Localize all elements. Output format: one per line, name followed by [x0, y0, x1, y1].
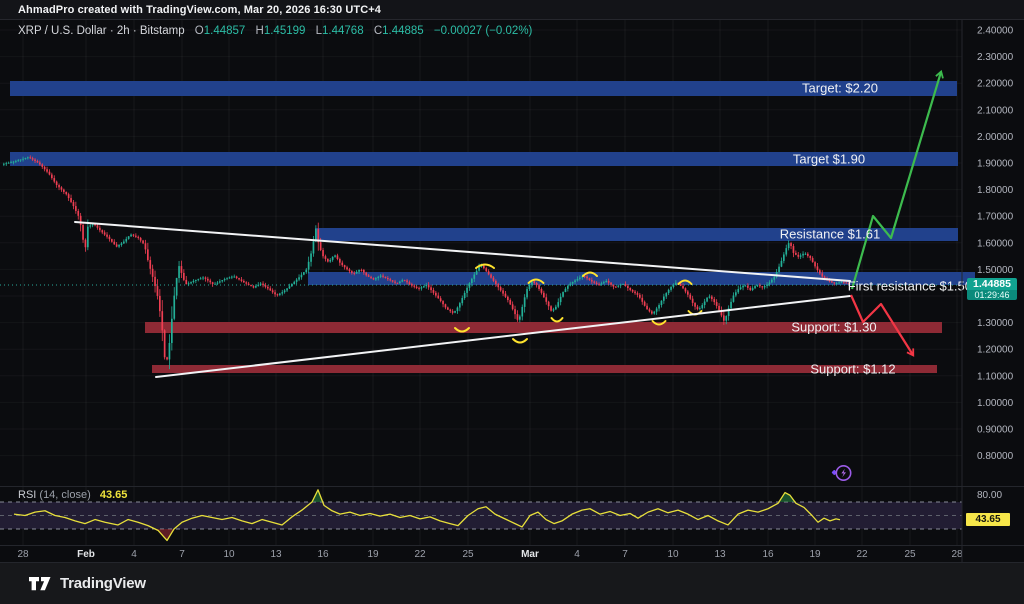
time-axis-label[interactable]: 4	[131, 549, 137, 560]
swing-mark[interactable]	[552, 318, 563, 322]
tradingview-logo-icon	[28, 575, 52, 592]
close-value: 1.44885	[382, 25, 424, 37]
open-value: 1.44857	[204, 25, 246, 37]
price-axis-label[interactable]: 1.00000	[977, 398, 1014, 409]
time-axis-label[interactable]: 16	[317, 549, 329, 560]
level-label[interactable]: Target: $2.20	[802, 81, 878, 96]
price-axis-label[interactable]: 2.30000	[977, 52, 1014, 63]
price-axis-label[interactable]: 2.00000	[977, 132, 1014, 143]
bar-countdown: 01:29:46	[967, 290, 1017, 300]
high-label: H	[256, 25, 264, 37]
rsi-title: RSI	[18, 489, 36, 501]
level-label[interactable]: Support: $1.12	[810, 362, 895, 377]
tradingview-chart-window: AhmadPro created with TradingView.com, M…	[0, 0, 1024, 604]
pane-separator[interactable]	[0, 486, 1024, 487]
time-axis-label[interactable]: 19	[367, 549, 379, 560]
footer-bar: TradingView	[0, 563, 1024, 604]
symbol-legend[interactable]: XRP / U.S. Dollar · 2h · Bitstamp O1.448…	[18, 25, 532, 37]
time-axis-label[interactable]: 25	[904, 549, 916, 560]
rsi-value: 43.65	[100, 489, 128, 501]
rsi-value-badge: 43.65	[966, 513, 1010, 526]
price-axis-label[interactable]: 1.60000	[977, 238, 1014, 249]
price-axis-label[interactable]: 0.90000	[977, 425, 1014, 436]
bullish-projection-arrow[interactable]	[852, 72, 941, 289]
price-chart[interactable]: 2.40000 2.30000 2.20000 2.10000 2.00000 1.900…	[0, 0, 1024, 604]
change-value: −0.00027 (−0.02%)	[434, 25, 532, 37]
level-label[interactable]: Resistance $1.61	[780, 227, 880, 242]
axis-separator	[0, 562, 1024, 563]
price-axis-label[interactable]: 1.20000	[977, 345, 1014, 356]
time-axis-label[interactable]: 13	[270, 549, 282, 560]
rsi-params: (14, close)	[39, 489, 90, 501]
swing-mark[interactable]	[513, 339, 527, 343]
price-axis-label[interactable]: 1.70000	[977, 212, 1014, 223]
tradingview-brand-text: TradingView	[60, 575, 146, 592]
lightning-bolt-icon[interactable]	[826, 462, 856, 489]
symbol-title: XRP / U.S. Dollar · 2h · Bitstamp	[18, 25, 185, 37]
level-label[interactable]: Target $1.90	[793, 152, 865, 167]
low-value: 1.44768	[322, 25, 364, 37]
close-label: C	[374, 25, 382, 37]
time-axis-label[interactable]: 22	[856, 549, 868, 560]
time-axis-label[interactable]: Feb	[77, 549, 95, 560]
price-axis-label[interactable]: 2.10000	[977, 105, 1014, 116]
time-axis-label[interactable]: 28	[17, 549, 29, 560]
time-axis-label[interactable]: 13	[714, 549, 726, 560]
high-value: 1.45199	[264, 25, 306, 37]
level-label[interactable]: Support: $1.30	[791, 320, 876, 335]
time-axis-label[interactable]: 25	[462, 549, 474, 560]
time-axis-label[interactable]: 10	[667, 549, 679, 560]
price-axis-label[interactable]: 1.80000	[977, 185, 1014, 196]
price-axis-label[interactable]: 1.50000	[977, 265, 1014, 276]
pane-separator-2[interactable]	[0, 545, 1024, 546]
price-axis-label[interactable]: 1.10000	[977, 371, 1014, 382]
tradingview-logo[interactable]: TradingView	[28, 575, 146, 592]
time-axis-label[interactable]: 28	[951, 549, 963, 560]
time-axis-label[interactable]: 16	[762, 549, 774, 560]
time-axis-label[interactable]: Mar	[521, 549, 539, 560]
price-axis-label[interactable]: 2.40000	[977, 26, 1014, 37]
level-label[interactable]: First resistance $1.50	[848, 279, 972, 294]
candles	[3, 155, 850, 369]
last-price-badge: 1.44885 01:29:46	[967, 278, 1017, 300]
time-axis-label[interactable]: 4	[574, 549, 580, 560]
price-axis-label[interactable]: 2.20000	[977, 79, 1014, 90]
ascending-support-trendline[interactable]	[156, 296, 850, 377]
time-axis-label[interactable]: 7	[179, 549, 185, 560]
time-axis-label[interactable]: 7	[622, 549, 628, 560]
time-axis-label[interactable]: 22	[414, 549, 426, 560]
rsi-legend[interactable]: RSI (14, close) 43.65	[18, 489, 127, 501]
price-axis-label[interactable]: 1.30000	[977, 318, 1014, 329]
last-price: 1.44885	[967, 278, 1017, 290]
open-label: O	[195, 25, 204, 37]
time-axis-label[interactable]: 19	[809, 549, 821, 560]
price-axis-label[interactable]: 1.90000	[977, 159, 1014, 170]
price-axis-label[interactable]: 0.80000	[977, 451, 1014, 462]
time-axis-label[interactable]: 10	[223, 549, 235, 560]
rsi-axis-label: 80.00	[977, 490, 1002, 501]
